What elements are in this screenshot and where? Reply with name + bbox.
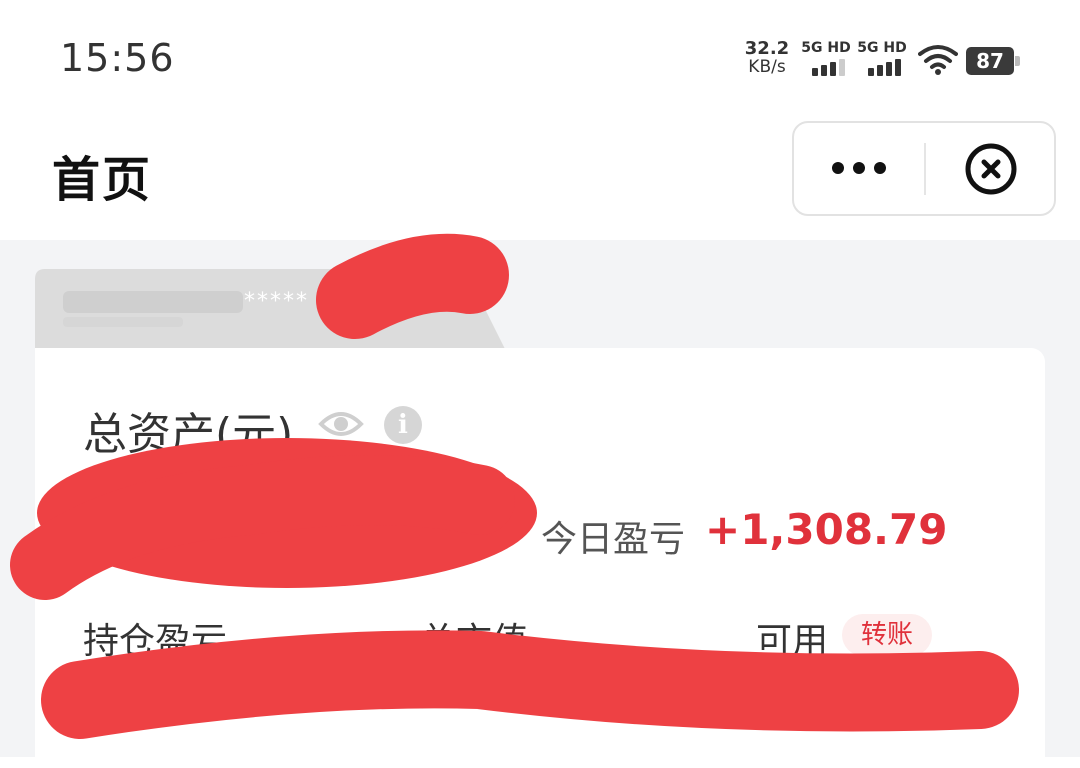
- transfer-button[interactable]: 转账: [842, 614, 932, 656]
- battery-level: 87: [966, 47, 1014, 75]
- network-speed-value: 32.2: [744, 38, 790, 59]
- page-title: 首页: [52, 152, 153, 208]
- mini-program-capsule: [792, 121, 1056, 216]
- signal-icon: 5G HD: [800, 40, 852, 80]
- signal-icon: 5G HD: [856, 40, 908, 80]
- market-value-label: 总市值: [420, 621, 529, 662]
- close-circle-icon[interactable]: [964, 142, 1018, 196]
- total-assets-label: 总资产(元): [83, 409, 294, 460]
- today-pnl-label: 今日盈亏: [541, 519, 686, 560]
- today-pnl-value: +1,308.79: [705, 505, 948, 554]
- available-label: 可用: [756, 621, 829, 662]
- network-speed-unit: KB/s: [748, 57, 786, 77]
- position-pnl-label: 持仓盈亏: [83, 621, 228, 662]
- more-button[interactable]: [794, 123, 924, 214]
- sim1-label: 5G HD: [801, 40, 851, 56]
- capsule-divider: [924, 143, 926, 195]
- battery-icon: 87: [966, 47, 1020, 75]
- info-icon[interactable]: i: [384, 406, 422, 444]
- status-bar: 15:56 32.2 KB/s 5G HD 5G HD 87: [0, 0, 1080, 110]
- eye-icon[interactable]: [318, 406, 364, 442]
- more-dots-icon: [832, 162, 844, 174]
- wifi-icon: [918, 45, 958, 75]
- status-time: 15:56: [60, 36, 175, 80]
- sim2-label: 5G HD: [857, 40, 907, 56]
- network-speed: 32.2 KB/s: [742, 38, 792, 77]
- account-number: *****: [244, 289, 309, 314]
